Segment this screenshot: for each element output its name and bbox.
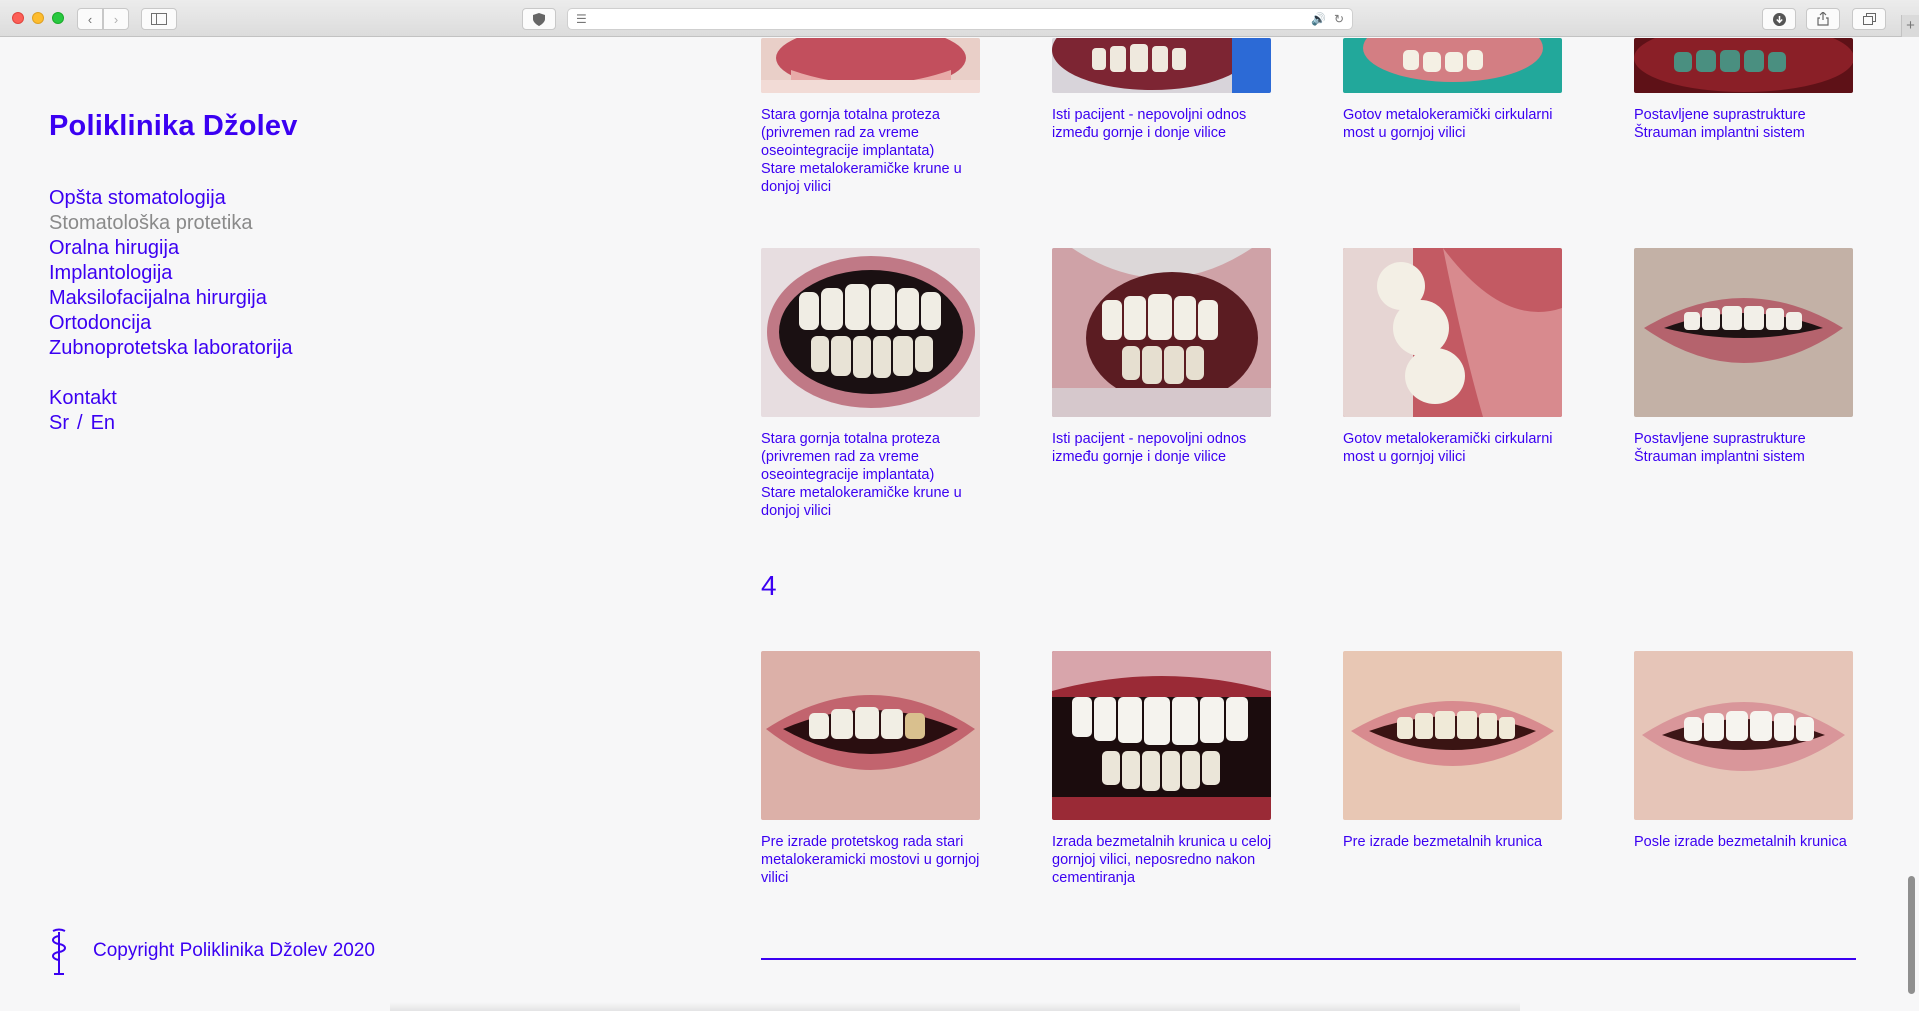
new-tab-button[interactable]: +	[1901, 15, 1919, 37]
shield-icon	[533, 12, 545, 26]
dental-photo[interactable]	[1634, 248, 1853, 417]
forward-button[interactable]: ›	[103, 8, 129, 30]
photo-caption: Pre izrade bezmetalnih krunica	[1343, 834, 1543, 850]
photo-caption: Isti pacijent - nepovoljni odnos između …	[1052, 431, 1247, 465]
nav-item-prosthetics[interactable]: Stomatološka protetika	[49, 211, 292, 236]
dental-photo[interactable]	[1052, 248, 1271, 417]
window-edge-shadow	[390, 1002, 1520, 1011]
gallery-item[interactable]: Pre izrade protetskog rada stari metalok…	[761, 651, 981, 887]
nav-item-orthodontics[interactable]: Ortodoncija	[49, 311, 292, 336]
reader-icon[interactable]: ☰	[576, 12, 587, 26]
photo-caption: Stara gornja totalna proteza (privremen …	[761, 107, 962, 195]
gallery-item[interactable]: Izrada bezmetalnih krunica u celoj gornj…	[1052, 651, 1272, 887]
chevron-left-icon: ‹	[87, 11, 93, 27]
gallery-item[interactable]: Posle izrade bezmetalnih krunica	[1634, 651, 1854, 851]
copyright-text: Copyright Poliklinika Džolev 2020	[93, 940, 375, 961]
gallery-item[interactable]: Stara gornja totalna proteza (privremen …	[761, 248, 981, 520]
zoom-window-button[interactable]	[52, 12, 64, 24]
dental-photo[interactable]	[1634, 38, 1853, 93]
lang-en-link[interactable]: En	[91, 412, 115, 434]
language-switcher: Sr / En	[49, 411, 117, 436]
secondary-nav: Kontakt Sr / En	[49, 386, 117, 436]
reload-icon[interactable]: ↻	[1334, 12, 1344, 26]
main-nav: Opšta stomatologija Stomatološka proteti…	[49, 186, 292, 361]
dental-photo[interactable]	[761, 38, 980, 93]
gallery-item[interactable]: Gotov metalokeramički cirkularni most u …	[1343, 38, 1563, 142]
gallery-item[interactable]: Stara gornja totalna proteza (privremen …	[761, 38, 981, 196]
privacy-button[interactable]	[522, 8, 556, 30]
sidebar-toggle-button[interactable]	[141, 8, 177, 30]
gallery-item[interactable]: Postavljene suprastrukture Štrauman impl…	[1634, 248, 1854, 466]
speaker-icon[interactable]: 🔊	[1311, 12, 1326, 26]
sidebar-icon	[151, 13, 167, 25]
dental-photo[interactable]	[1052, 651, 1271, 820]
dental-photo[interactable]	[1634, 651, 1853, 820]
site-title[interactable]: Poliklinika Džolev	[49, 110, 298, 143]
clinic-logo-icon	[52, 928, 66, 975]
photo-caption: Pre izrade protetskog rada stari metalok…	[761, 834, 980, 886]
dental-photo[interactable]	[1343, 651, 1562, 820]
nav-item-maxillofacial-surgery[interactable]: Maksilofacijalna hirurgija	[49, 286, 292, 311]
dental-photo[interactable]	[761, 248, 980, 417]
dental-photo[interactable]	[1343, 38, 1562, 93]
photo-caption: Postavljene suprastrukture Štrauman impl…	[1634, 107, 1806, 141]
gallery-item[interactable]: Gotov metalokeramički cirkularni most u …	[1343, 248, 1563, 466]
close-window-button[interactable]	[12, 12, 24, 24]
download-icon	[1772, 12, 1786, 26]
gallery-item[interactable]: Postavljene suprastrukture Štrauman impl…	[1634, 38, 1854, 142]
gallery-item[interactable]: Pre izrade bezmetalnih krunica	[1343, 651, 1563, 851]
minimize-window-button[interactable]	[32, 12, 44, 24]
back-button[interactable]: ‹	[77, 8, 103, 30]
photo-caption: Gotov metalokeramički cirkularni most u …	[1343, 107, 1553, 141]
dental-photo[interactable]	[1343, 248, 1562, 417]
photo-caption: Izrada bezmetalnih krunica u celoj gornj…	[1052, 834, 1272, 886]
share-button[interactable]	[1806, 8, 1840, 30]
photo-caption: Isti pacijent - nepovoljni odnos između …	[1052, 107, 1247, 141]
nav-item-dental-lab[interactable]: Zubnoprotetska laboratorija	[49, 336, 292, 361]
photo-caption: Posle izrade bezmetalnih krunica	[1634, 834, 1847, 850]
lang-separator: /	[77, 412, 83, 434]
address-bar[interactable]: ☰ 🔊 ↻	[567, 8, 1353, 30]
lang-sr-link[interactable]: Sr	[49, 412, 69, 434]
footer-divider	[761, 958, 1856, 960]
dental-photo[interactable]	[1052, 38, 1271, 93]
nav-item-general-dentistry[interactable]: Opšta stomatologija	[49, 186, 292, 211]
gallery-item[interactable]: Isti pacijent - nepovoljni odnos između …	[1052, 248, 1272, 466]
photo-caption: Gotov metalokeramički cirkularni most u …	[1343, 431, 1553, 465]
share-icon	[1817, 12, 1829, 26]
scrollbar-thumb[interactable]	[1908, 876, 1915, 994]
section-heading: 4	[761, 570, 777, 601]
photo-caption: Stara gornja totalna proteza (privremen …	[761, 431, 962, 519]
dental-photo[interactable]	[761, 651, 980, 820]
nav-item-contact[interactable]: Kontakt	[49, 386, 117, 411]
tabs-overview-button[interactable]	[1852, 8, 1886, 30]
downloads-button[interactable]	[1762, 8, 1796, 30]
tabs-icon	[1862, 13, 1876, 25]
nav-item-implantology[interactable]: Implantologija	[49, 261, 292, 286]
chevron-right-icon: ›	[113, 11, 119, 27]
photo-caption: Postavljene suprastrukture Štrauman impl…	[1634, 431, 1806, 465]
nav-item-oral-surgery[interactable]: Oralna hirugija	[49, 236, 292, 261]
browser-toolbar: ‹ › ☰ 🔊 ↻ +	[0, 0, 1919, 37]
gallery-item[interactable]: Isti pacijent - nepovoljni odnos između …	[1052, 38, 1272, 142]
